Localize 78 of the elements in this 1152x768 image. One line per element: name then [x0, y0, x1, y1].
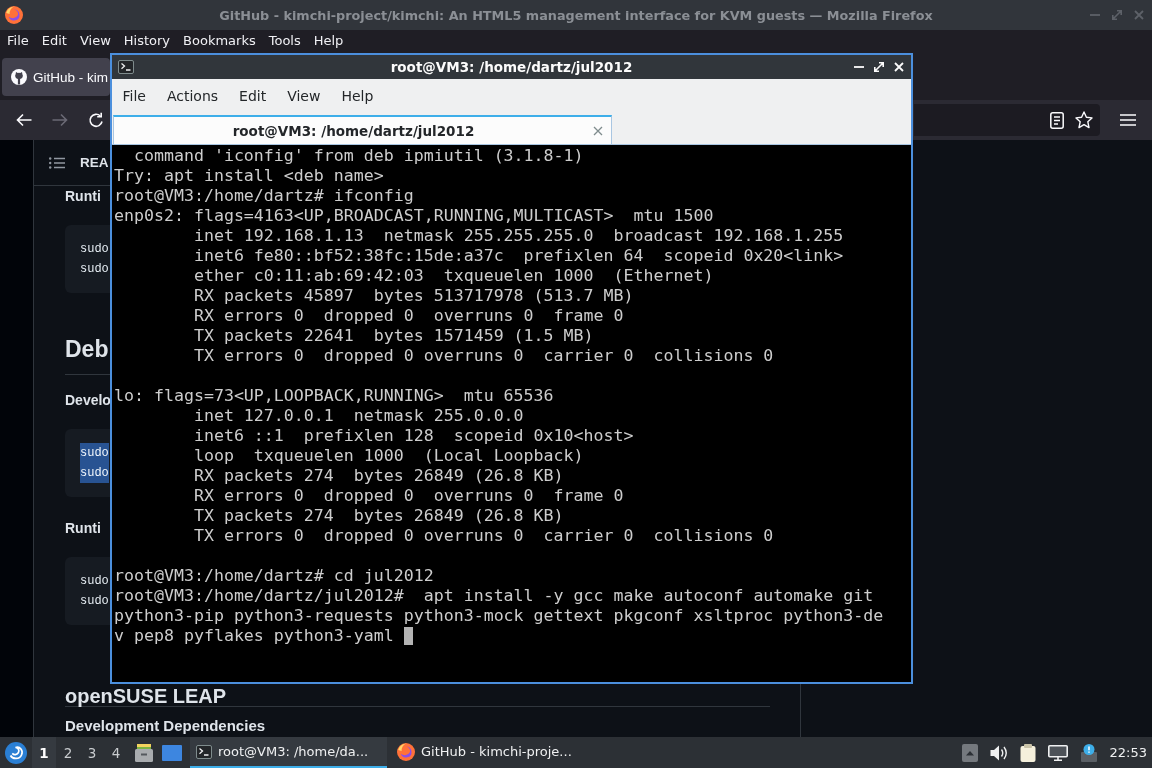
menu-item[interactable]: File [112, 83, 157, 108]
document-icon[interactable] [1050, 111, 1064, 129]
menu-icon[interactable] [1120, 114, 1136, 126]
section-heading: openSUSE LEAP [65, 686, 227, 706]
menu-item[interactable]: View [276, 83, 331, 108]
code-line: sudo [80, 573, 109, 590]
terminal-line: command 'iconfig' from deb ipmiutil (3.1.8-1) [132, 146, 584, 166]
terminal-line: inet 127.0.0.1 netmask 255.0.0.0 [192, 406, 524, 426]
star-icon[interactable] [1075, 111, 1093, 129]
menu-item[interactable]: Tools [262, 30, 308, 52]
terminal-line: TX packets 22641 bytes 1571459 (1.5 MB) [192, 326, 594, 346]
readme-title: REA [80, 155, 109, 170]
terminal-line: inet6 fe80::bf52:38fc:15de:a37c prefixlen 64 scopeid 0x20<link> [192, 246, 844, 266]
speaker-icon[interactable] [989, 744, 1008, 761]
terminal-line: Try: apt install <deb name> [114, 166, 384, 186]
list-icon[interactable] [49, 156, 65, 169]
terminal-line: inet 192.168.1.13 netmask 255.255.255.0 broadcast 192.168.1.255 [192, 226, 844, 246]
section-heading: Deb [65, 335, 109, 364]
clock: 22:53 [1109, 745, 1147, 760]
firefox-logo-icon [5, 6, 23, 24]
reload-icon[interactable] [88, 112, 104, 128]
workspace-button[interactable]: 2 [56, 737, 80, 768]
subsection-heading: Development Dependencies [65, 717, 266, 735]
workspace-button[interactable]: 4 [104, 737, 128, 768]
menu-item[interactable]: Help [307, 30, 350, 52]
terminal-line: enp0s2: flags=4163<UP,BROADCAST,RUNNING,MULTICAST> mtu 1500 [114, 206, 714, 226]
url-field[interactable] [914, 104, 1100, 136]
menu-item[interactable]: Edit [228, 83, 277, 108]
terminal-icon [118, 60, 134, 74]
desktop-icon[interactable] [162, 744, 182, 761]
subsection-heading: Runti [65, 519, 101, 537]
back-arrow-icon[interactable] [16, 113, 32, 127]
terminal-line: TX errors 0 dropped 0 overruns 0 carrier 0 collisions 0 [192, 346, 774, 366]
github-logo-icon [11, 69, 27, 85]
forward-arrow-icon[interactable] [52, 113, 68, 127]
terminal-line: root@VM3:/home/dartz# ifconfig [114, 186, 414, 206]
menu-item[interactable]: Bookmarks [176, 30, 263, 52]
monitor-icon[interactable] [1047, 744, 1068, 761]
terminal-line: lo: flags=73<UP,LOOPBACK,RUNNING> mtu 65536 [114, 386, 554, 406]
menu-item[interactable]: History [117, 30, 177, 52]
terminal-tab[interactable]: root@VM3: /home/dartz/jul2012 [113, 115, 612, 144]
menu-item[interactable]: File [0, 30, 36, 52]
window-title: root@VM3: /home/dartz/jul2012 [390, 59, 633, 75]
terminal-line: root@VM3:/home/dartz/jul2012# apt install -y gcc make autoconf automake git [114, 586, 874, 606]
clipboard-icon[interactable] [1019, 743, 1036, 762]
terminal-line: TX packets 274 bytes 26849 (26.8 KB) [192, 506, 564, 526]
firefox-logo-icon [397, 742, 415, 761]
menu-item[interactable]: Help [330, 83, 384, 108]
terminal-line: ether c0:11:ab:69:42:03 txqueuelen 1000 (Ethernet) [192, 266, 714, 286]
menu-item[interactable]: View [73, 30, 118, 52]
workspace-button[interactable]: 3 [80, 737, 104, 768]
code-line: sudo [80, 593, 109, 610]
code-line: sudo [80, 261, 109, 278]
terminal-line: RX errors 0 dropped 0 overruns 0 frame 0 [192, 306, 624, 326]
start-menu-icon[interactable] [5, 741, 27, 764]
terminal-line: inet6 ::1 prefixlen 128 scopeid 0x10<host> [192, 426, 634, 446]
workspace-button[interactable]: 1 [32, 737, 56, 768]
terminal-line: RX packets 274 bytes 26849 (26.8 KB) [192, 466, 564, 486]
menu-item[interactable]: Edit [35, 30, 74, 52]
terminal-line: python3-pip python3-requests python3-mock gettext pkgconf xsltproc python3-de [114, 606, 884, 626]
terminal-line: RX errors 0 dropped 0 overruns 0 frame 0 [192, 486, 624, 506]
terminal-icon [196, 744, 212, 759]
notification-icon[interactable] [1079, 743, 1098, 762]
terminal-line: root@VM3:/home/dartz# cd jul2012 [114, 566, 434, 586]
browser-tab[interactable]: GitHub - kim [2, 58, 110, 96]
subsection-heading: Runti [65, 187, 101, 205]
terminal-line: TX errors 0 dropped 0 overruns 0 carrier 0 collisions 0 [192, 526, 774, 546]
task-button[interactable]: root@VM3: /home/da... [190, 737, 387, 768]
terminal-line: RX packets 45897 bytes 513717978 (513.7 MB) [192, 286, 634, 306]
subsection-heading: Develo [65, 391, 111, 409]
file-cabinet-icon[interactable] [134, 743, 154, 762]
terminal-line: loop txqueuelen 1000 (Local Loopback) [192, 446, 584, 466]
terminal-line: v pep8 pyflakes python3-yaml [114, 626, 394, 646]
window-title: GitHub - kimchi-project/kimchi: An HTML5 management interface for KVM guests — Mozilla Firefox [219, 7, 933, 23]
menu-item[interactable]: Actions [156, 83, 229, 108]
task-button[interactable]: GitHub - kimchi-proje... [391, 737, 588, 768]
text-cursor-icon [403, 627, 413, 645]
code-line: sudo [80, 241, 109, 258]
